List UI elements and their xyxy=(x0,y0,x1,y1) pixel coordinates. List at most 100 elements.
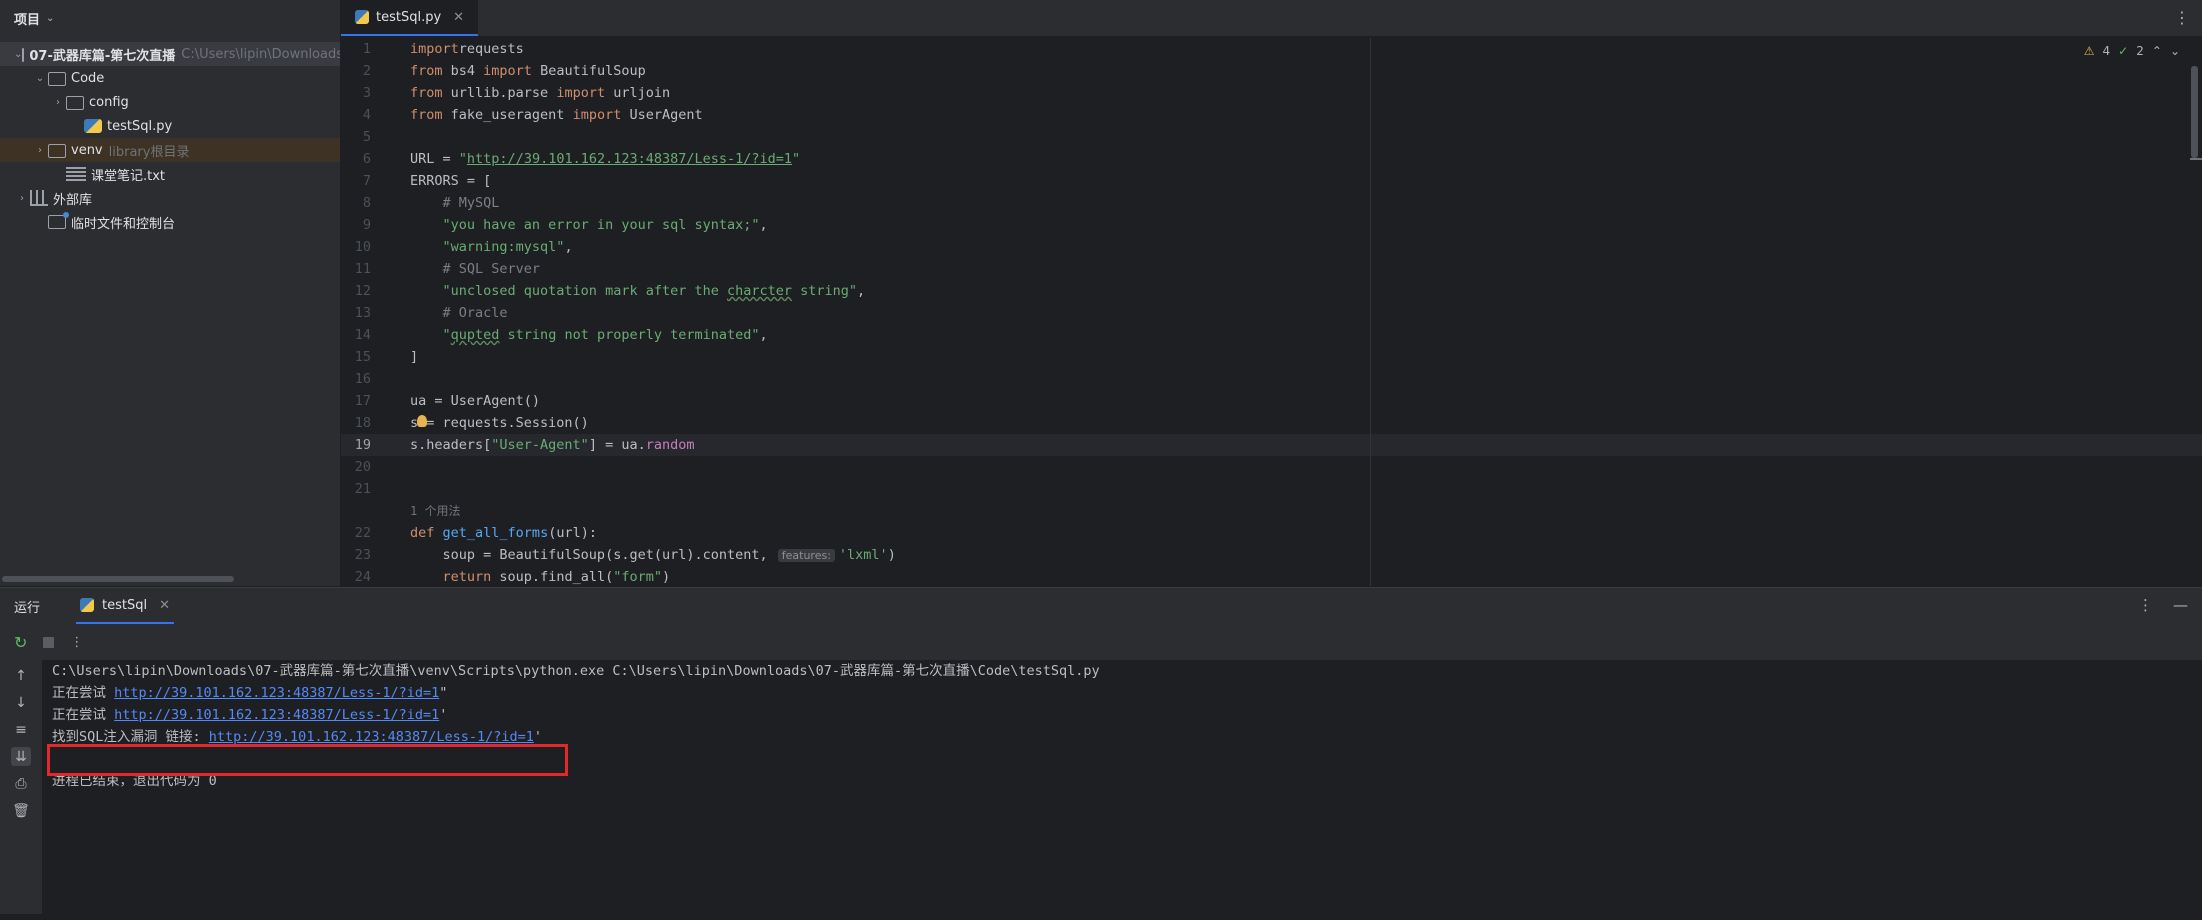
soft-wrap-icon[interactable]: ≡ xyxy=(11,720,31,739)
line-number: 5 xyxy=(362,129,371,145)
line-number: 7 xyxy=(362,173,371,189)
more-vertical-icon[interactable]: ⋮ xyxy=(2174,8,2190,27)
code-line[interactable]: 13 # Oracle xyxy=(341,302,2202,324)
chevron-right-icon[interactable]: › xyxy=(14,193,30,204)
code-line[interactable]: 12 "unclosed quotation mark after the ch… xyxy=(341,280,2202,302)
arrow-down-icon[interactable]: ↓ xyxy=(11,693,31,712)
code-text: def get_all_forms(url): xyxy=(410,525,597,541)
line-number: 1 xyxy=(362,41,371,57)
code-line[interactable]: 23 soup = BeautifulSoup(s.get(url).conte… xyxy=(341,544,2202,566)
line-number: 15 xyxy=(354,349,371,365)
close-icon[interactable]: ✕ xyxy=(159,598,170,613)
line-number: 23 xyxy=(354,547,371,563)
code-line[interactable]: 24 return soup.find_all("form") xyxy=(341,566,2202,586)
scrollbar-marker xyxy=(2190,158,2202,160)
lightbulb-icon[interactable] xyxy=(417,415,427,427)
more-vertical-icon[interactable]: ⋮ xyxy=(2138,596,2153,614)
console-output[interactable]: C:\Users\lipin\Downloads\07-武器库篇-第七次直播\v… xyxy=(42,660,2202,914)
code-line[interactable]: 18 s = requests.Session() xyxy=(341,412,2202,434)
code-line[interactable]: 3 from urllib.parse import urljoin xyxy=(341,82,2202,104)
console-link[interactable]: http://39.101.162.123:48387/Less-1/?id=1 xyxy=(114,707,439,723)
tree-item-label: 临时文件和控制台 xyxy=(71,216,176,232)
rerun-icon[interactable]: ↻ xyxy=(14,633,27,652)
tree-item-folder[interactable]: ⌄ Code xyxy=(0,66,340,90)
code-line[interactable]: 11 # SQL Server xyxy=(341,258,2202,280)
tree-item-scratch[interactable]: 临时文件和控制台 xyxy=(0,210,340,234)
stop-icon[interactable] xyxy=(43,636,55,648)
chevron-down-icon[interactable]: ⌄ xyxy=(46,13,54,24)
code-line[interactable]: 8 # MySQL xyxy=(341,192,2202,214)
code-line[interactable]: 19 s.headers["User-Agent"] = ua.random xyxy=(341,434,2202,456)
line-number: 24 xyxy=(354,569,371,585)
tab-testsql[interactable]: testSql ✕ xyxy=(76,588,175,624)
line-number: 12 xyxy=(354,283,371,299)
code-line[interactable]: 5 xyxy=(341,126,2202,148)
folder-icon xyxy=(22,48,25,62)
right-margin-guide xyxy=(1370,38,1371,586)
console-link[interactable]: http://39.101.162.123:48387/Less-1/?id=1 xyxy=(209,729,534,745)
code-line[interactable]: 16 xyxy=(341,368,2202,390)
code-line[interactable]: 15] xyxy=(341,346,2202,368)
tree-item-label: 07-武器库篇-第七次直播 xyxy=(29,48,176,64)
editor-area: testSql.py ✕ ⋮ ⚠ 4 ✓ 2 ⌃ ⌄ 1 importreques… xyxy=(341,0,2202,586)
line-number: 3 xyxy=(362,85,371,101)
project-header[interactable]: 项目 ⌄ xyxy=(0,0,340,36)
code-text: ] xyxy=(410,349,419,365)
text-icon xyxy=(66,167,86,181)
code-line[interactable]: 20 xyxy=(341,456,2202,478)
line-number: 18 xyxy=(354,415,371,431)
trash-icon[interactable]: 🗑 xyxy=(11,801,31,820)
code-line[interactable]: 17 ua = UserAgent() xyxy=(341,390,2202,412)
code-line[interactable]: 1 importrequests xyxy=(341,38,2202,60)
code-text: "unclosed quotation mark after the charc… xyxy=(410,283,866,299)
tree-item-python[interactable]: testSql.py xyxy=(0,114,340,138)
code-editor[interactable]: 1 importrequests 2 from bs4 import Beautifu… xyxy=(341,38,2202,586)
tree-item-hint: library根目录 xyxy=(108,144,190,160)
code-line[interactable]: 4 from fake_useragent import UserAgent xyxy=(341,104,2202,126)
tree-item-label: 外部库 xyxy=(53,192,93,208)
horizontal-scrollbar[interactable] xyxy=(2,576,234,582)
ide-window: 项目 ⌄ ⌄ 07-武器库篇-第七次直播 C:\Users\lipin\Downlo… xyxy=(0,0,2202,914)
usage-hint[interactable]: 1 个用法 xyxy=(341,500,2202,522)
code-line[interactable]: 9 "you have an error in your sql syntax;… xyxy=(341,214,2202,236)
line-number: 10 xyxy=(354,239,371,255)
tree-item-text[interactable]: 课堂笔记.txt xyxy=(0,162,340,186)
line-number: 22 xyxy=(354,525,371,541)
code-text: # Oracle xyxy=(410,305,508,321)
chevron-down-icon[interactable]: ⌄ xyxy=(32,73,48,84)
tree-item-label: venv xyxy=(71,142,103,158)
tree-item-folder[interactable]: ⌄ 07-武器库篇-第七次直播 C:\Users\lipin\Downloads xyxy=(0,42,340,66)
code-line[interactable]: 22 def get_all_forms(url): xyxy=(341,522,2202,544)
chevron-right-icon[interactable]: › xyxy=(32,145,48,156)
chevron-down-icon[interactable]: ⌄ xyxy=(14,49,22,60)
tab-testsql-py[interactable]: testSql.py ✕ xyxy=(341,0,479,36)
code-line[interactable]: 14 "qupted string not properly terminate… xyxy=(341,324,2202,346)
line-number: 9 xyxy=(362,217,371,233)
code-text: "warning:mysql", xyxy=(410,239,573,255)
close-icon[interactable]: ✕ xyxy=(453,10,464,25)
console-line: 正在尝试 http://39.101.162.123:48387/Less-1/… xyxy=(52,685,448,701)
folder-icon xyxy=(48,144,66,158)
code-line[interactable]: 2 from bs4 import BeautifulSoup xyxy=(341,60,2202,82)
vertical-scrollbar[interactable] xyxy=(2191,66,2198,158)
tree-item-library[interactable]: › 外部库 xyxy=(0,186,340,210)
chevron-right-icon[interactable]: › xyxy=(50,97,66,108)
line-number: 6 xyxy=(362,151,371,167)
minimize-icon[interactable]: — xyxy=(2173,596,2188,614)
run-tab-label: testSql xyxy=(102,597,148,613)
tree-item-folder[interactable]: › venv library根目录 xyxy=(0,138,340,162)
code-text: ERRORS = [ xyxy=(410,173,492,189)
tree-item-folder[interactable]: › config xyxy=(0,90,340,114)
code-text: s.headers["User-Agent"] = ua.random xyxy=(410,437,695,453)
run-title: 运行 xyxy=(14,600,41,616)
code-line[interactable]: 6 URL = "http://39.101.162.123:48387/Less… xyxy=(341,148,2202,170)
code-line[interactable]: 7 ERRORS = [ xyxy=(341,170,2202,192)
code-line[interactable]: 10 "warning:mysql", xyxy=(341,236,2202,258)
print-icon[interactable]: ⎙ xyxy=(11,774,31,793)
console-link[interactable]: http://39.101.162.123:48387/Less-1/?id=1 xyxy=(114,685,439,701)
code-line[interactable]: 21 xyxy=(341,478,2202,500)
arrow-up-icon[interactable]: ↑ xyxy=(11,666,31,685)
more-vertical-icon[interactable]: ⋮ xyxy=(70,635,83,650)
line-number: 4 xyxy=(362,107,371,123)
scroll-to-end-icon[interactable]: ⇊ xyxy=(11,747,31,766)
